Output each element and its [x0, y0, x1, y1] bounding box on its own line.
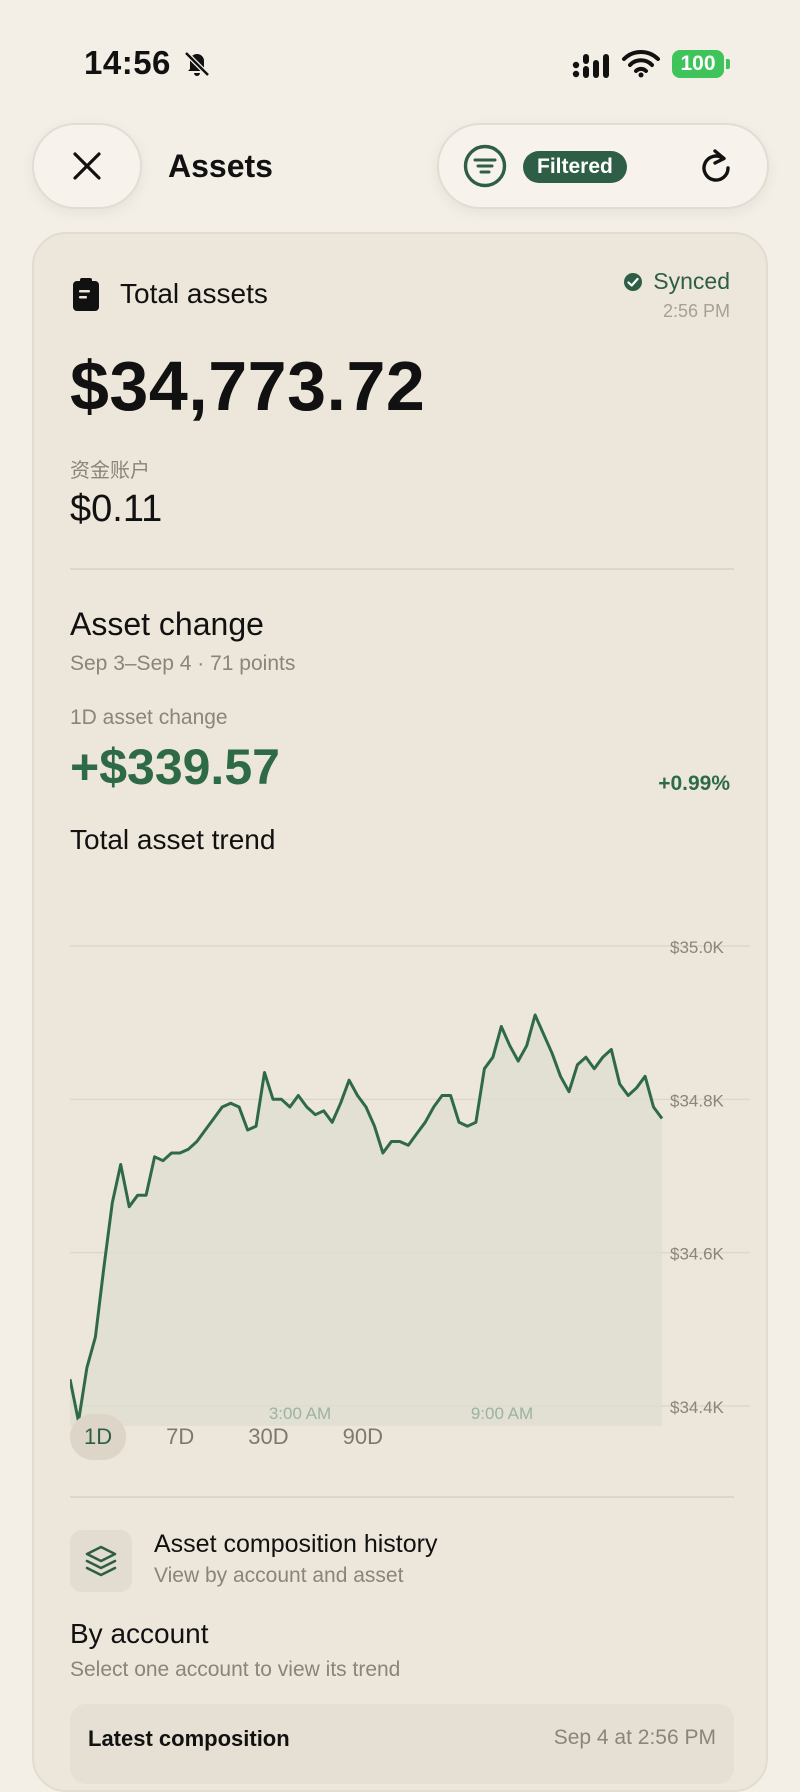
- range-tab-7d[interactable]: 7D: [152, 1414, 208, 1460]
- header-actions: Filtered: [437, 123, 769, 209]
- battery-tip: [726, 59, 730, 69]
- latest-composition-label: Latest composition: [88, 1726, 290, 1751]
- range-tab-90d[interactable]: 90D: [329, 1414, 397, 1460]
- clipboard-icon: [73, 278, 99, 311]
- by-account-subtitle: Select one account to view its trend: [70, 1658, 401, 1681]
- synced-time: 2:56 PM: [662, 301, 730, 321]
- refresh-icon[interactable]: [695, 147, 737, 189]
- sync-status: Synced 2:56 PM: [623, 268, 730, 322]
- bell-off-icon: [184, 51, 210, 77]
- range-tab-30d[interactable]: 30D: [234, 1414, 302, 1460]
- latest-composition-row[interactable]: Latest composition Sep 4 at 2:56 PM: [70, 1704, 734, 1784]
- assets-card: Total assets Synced 2:56 PM $34,773.72 资…: [32, 232, 768, 1792]
- asset-change-percent: +0.99%: [658, 772, 730, 795]
- range-tabs: 1D 7D 30D 90D: [70, 1414, 397, 1460]
- filtered-chip[interactable]: Filtered: [523, 151, 627, 183]
- battery-indicator: 100: [672, 50, 724, 78]
- asset-change-value: +$339.57: [70, 739, 280, 795]
- divider: [70, 568, 734, 570]
- asset-trend-chart[interactable]: $35.0K$34.8K$34.6K$34.4K3:00 AM 9:00 AM: [70, 874, 750, 1434]
- page-title: Assets: [168, 148, 273, 184]
- y-tick-label: $34.4K: [670, 1398, 725, 1417]
- x-tick-label: 9:00 AM: [471, 1404, 533, 1423]
- divider: [70, 1496, 734, 1498]
- by-account-title: By account: [70, 1618, 209, 1649]
- asset-change-range: Sep 3–Sep 4 · 71 points: [70, 652, 296, 675]
- trend-title: Total asset trend: [70, 824, 276, 855]
- status-time: 14:56: [84, 44, 171, 81]
- y-tick-label: $34.8K: [670, 1091, 725, 1110]
- status-bar: 14:56 100: [0, 0, 800, 120]
- y-tick-label: $35.0K: [670, 938, 725, 957]
- range-tab-1d[interactable]: 1D: [70, 1414, 127, 1460]
- total-assets-value: $34,773.72: [70, 347, 426, 425]
- wifi-icon: [622, 49, 660, 78]
- layers-icon: [85, 1545, 117, 1577]
- close-icon: [73, 152, 101, 180]
- total-assets-label: Total assets: [120, 278, 268, 309]
- close-button[interactable]: [32, 123, 142, 209]
- composition-history-subtitle: View by account and asset: [154, 1564, 404, 1587]
- composition-history-button[interactable]: [70, 1530, 132, 1592]
- check-circle-icon: [624, 272, 643, 291]
- signal-icon: [572, 54, 609, 78]
- fund-account-value: $0.11: [70, 488, 163, 530]
- asset-change-title: Asset change: [70, 606, 264, 642]
- latest-composition-date: Sep 4 at 2:56 PM: [553, 1726, 716, 1749]
- y-tick-label: $34.6K: [670, 1245, 725, 1264]
- asset-change-label: 1D asset change: [70, 706, 228, 729]
- filter-icon[interactable]: [463, 144, 507, 188]
- fund-account-label: 资金账户: [70, 460, 150, 482]
- synced-label: Synced: [653, 268, 730, 294]
- composition-history-title[interactable]: Asset composition history: [154, 1530, 437, 1559]
